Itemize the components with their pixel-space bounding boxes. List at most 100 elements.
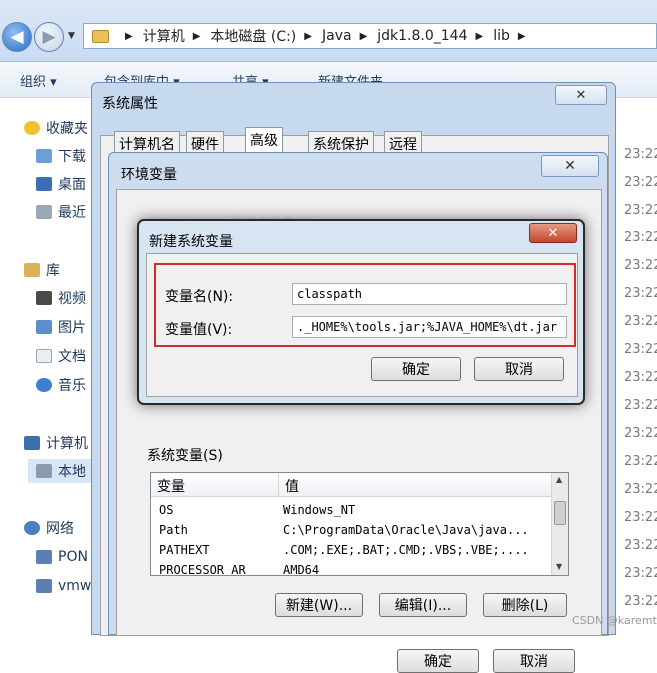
nav-item-libraries[interactable]: 库 [24,258,60,282]
nav-item-vmw[interactable]: vmw [36,574,91,598]
new-variable-button[interactable]: 新建(W)... [275,593,363,617]
variable-name-cell: Path [159,523,188,537]
local-disk-icon [36,464,52,478]
breadcrumb-separator-icon[interactable]: ▶ [518,31,526,42]
nav-item-documents[interactable]: 文档 [36,344,86,368]
star-icon [24,121,40,135]
music-icon [36,378,52,392]
computer-icon [24,436,40,450]
file-date: 23:22 [624,398,657,413]
variable-name-label: 变量名(N): [165,289,234,305]
folder-icon [92,29,109,43]
forward-arrow-icon: ▶ [42,27,56,47]
variable-name-cell: PATHEXT [159,543,210,557]
variable-value-cell: AMD64 [283,563,320,576]
nav-item-desktop[interactable]: 桌面 [36,172,86,196]
network-icon [24,521,40,535]
file-date: 23:22 [624,482,657,497]
breadcrumb-separator-icon[interactable]: ▶ [360,31,368,42]
environment-variables-title: 环境变量 [121,167,177,183]
variable-value-label: 变量值(V): [165,322,233,338]
breadcrumb-separator-icon[interactable]: ▶ [193,31,201,42]
library-icon [24,263,40,277]
nav-label: 网络 [46,521,74,537]
file-date: 23:22 [624,286,657,301]
nav-label: 文档 [58,349,86,365]
nav-item-recent[interactable]: 最近 [36,200,86,224]
nav-item-favorites[interactable]: 收藏夹 [24,116,88,140]
back-button[interactable]: ◀ [2,22,32,52]
file-date: 23:22 [624,258,657,273]
system-variables-table[interactable]: 变量 值 OS Windows_NT Path C:\ProgramData\O… [150,472,569,576]
variable-name-input[interactable]: classpath [292,283,567,305]
explorer-address-toolbar: ◀ ▶ ▼ ▶ 计算机 ▶ 本地磁盘 (C:) ▶ Java ▶ jdk1.8.… [0,0,657,62]
nav-label: 最近 [58,205,86,221]
delete-variable-button[interactable]: 删除(L) [483,593,567,617]
environment-variables-close-button[interactable]: ✕ [541,155,599,177]
scrollbar-thumb[interactable] [554,501,566,525]
column-header-variable[interactable]: 变量 [151,473,279,497]
variable-value-cell: Windows_NT [283,503,356,517]
network-computer-icon [36,579,52,593]
picture-icon [36,320,52,334]
new-system-variable-title: 新建系统变量 [149,234,233,250]
nav-label: 计算机 [46,436,88,452]
breadcrumb-separator-icon[interactable]: ▶ [476,31,484,42]
nav-item-pictures[interactable]: 图片 [36,315,86,339]
system-properties-close-button[interactable]: ✕ [555,85,607,105]
close-icon: ✕ [547,225,559,241]
nav-item-videos[interactable]: 视频 [36,286,86,310]
nav-label: 库 [46,263,60,279]
scroll-up-icon[interactable]: ▲ [556,475,562,484]
variable-value-cell: .COM;.EXE;.BAT;.CMD;.VBS;.VBE;.... [283,543,529,557]
nav-label: 桌面 [58,177,86,193]
breadcrumb-java[interactable]: Java [322,28,352,44]
close-icon: ✕ [575,87,587,103]
download-folder-icon [36,149,52,163]
file-date: 23:22 [624,454,657,469]
variable-value-input[interactable]: ._HOME%\tools.jar;%JAVA_HOME%\dt.jar [292,316,567,338]
desktop-icon [36,177,52,191]
ok-button[interactable]: 确定 [397,649,479,673]
nav-item-downloads[interactable]: 下载 [36,144,86,168]
new-system-variable-close-button[interactable]: ✕ [529,223,577,243]
navigation-pane: 收藏夹 下载 桌面 最近 库 视频 图片 文档 音乐 计算机 本地 网络 PON… [0,98,100,635]
variable-value-cell: C:\ProgramData\Oracle\Java\java... [283,523,529,537]
file-date: 23:22 [624,426,657,441]
cancel-button[interactable]: 取消 [474,357,564,381]
document-icon [36,349,52,363]
table-vertical-scrollbar[interactable]: ▲ ▼ [551,473,568,575]
column-header-value[interactable]: 值 [279,473,552,497]
file-date: 23:22 [624,370,657,385]
nav-item-music[interactable]: 音乐 [36,373,86,397]
file-date: 23:22 [624,342,657,357]
breadcrumb-separator-icon[interactable]: ▶ [304,31,312,42]
file-date: 23:22 [624,566,657,581]
new-system-variable-dialog: 新建系统变量 ✕ 变量名(N): classpath 变量值(V): ._HOM… [137,219,585,405]
nav-item-local-disk[interactable]: 本地 [28,459,100,483]
back-arrow-icon: ◀ [10,27,24,47]
nav-label: 图片 [58,320,86,336]
breadcrumb-separator-icon[interactable]: ▶ [125,31,133,42]
breadcrumb-lib[interactable]: lib [493,28,510,44]
history-dropdown-icon[interactable]: ▼ [68,31,75,41]
scroll-down-icon[interactable]: ▼ [556,562,562,571]
variable-name-cell: PROCESSOR_AR [159,563,246,576]
nav-item-pon[interactable]: PON [36,545,88,569]
address-bar[interactable]: ▶ 计算机 ▶ 本地磁盘 (C:) ▶ Java ▶ jdk1.8.0_144 … [83,23,657,49]
nav-item-computer[interactable]: 计算机 [24,431,88,455]
organize-menu[interactable]: 组织 ▾ [20,71,57,90]
forward-button[interactable]: ▶ [34,22,64,52]
nav-label: vmw [58,578,92,594]
nav-label: PON [58,549,88,565]
breadcrumb-local-disk[interactable]: 本地磁盘 (C:) [210,26,296,46]
nav-item-network[interactable]: 网络 [24,516,74,540]
edit-variable-button[interactable]: 编辑(I)... [379,593,467,617]
file-date: 23:22 [624,175,657,190]
breadcrumb-computer[interactable]: 计算机 [143,26,185,46]
file-date: 23:22 [624,594,657,609]
ok-button[interactable]: 确定 [371,357,461,381]
cancel-button[interactable]: 取消 [493,649,575,673]
breadcrumb-jdk[interactable]: jdk1.8.0_144 [377,28,467,44]
close-icon: ✕ [564,158,576,174]
